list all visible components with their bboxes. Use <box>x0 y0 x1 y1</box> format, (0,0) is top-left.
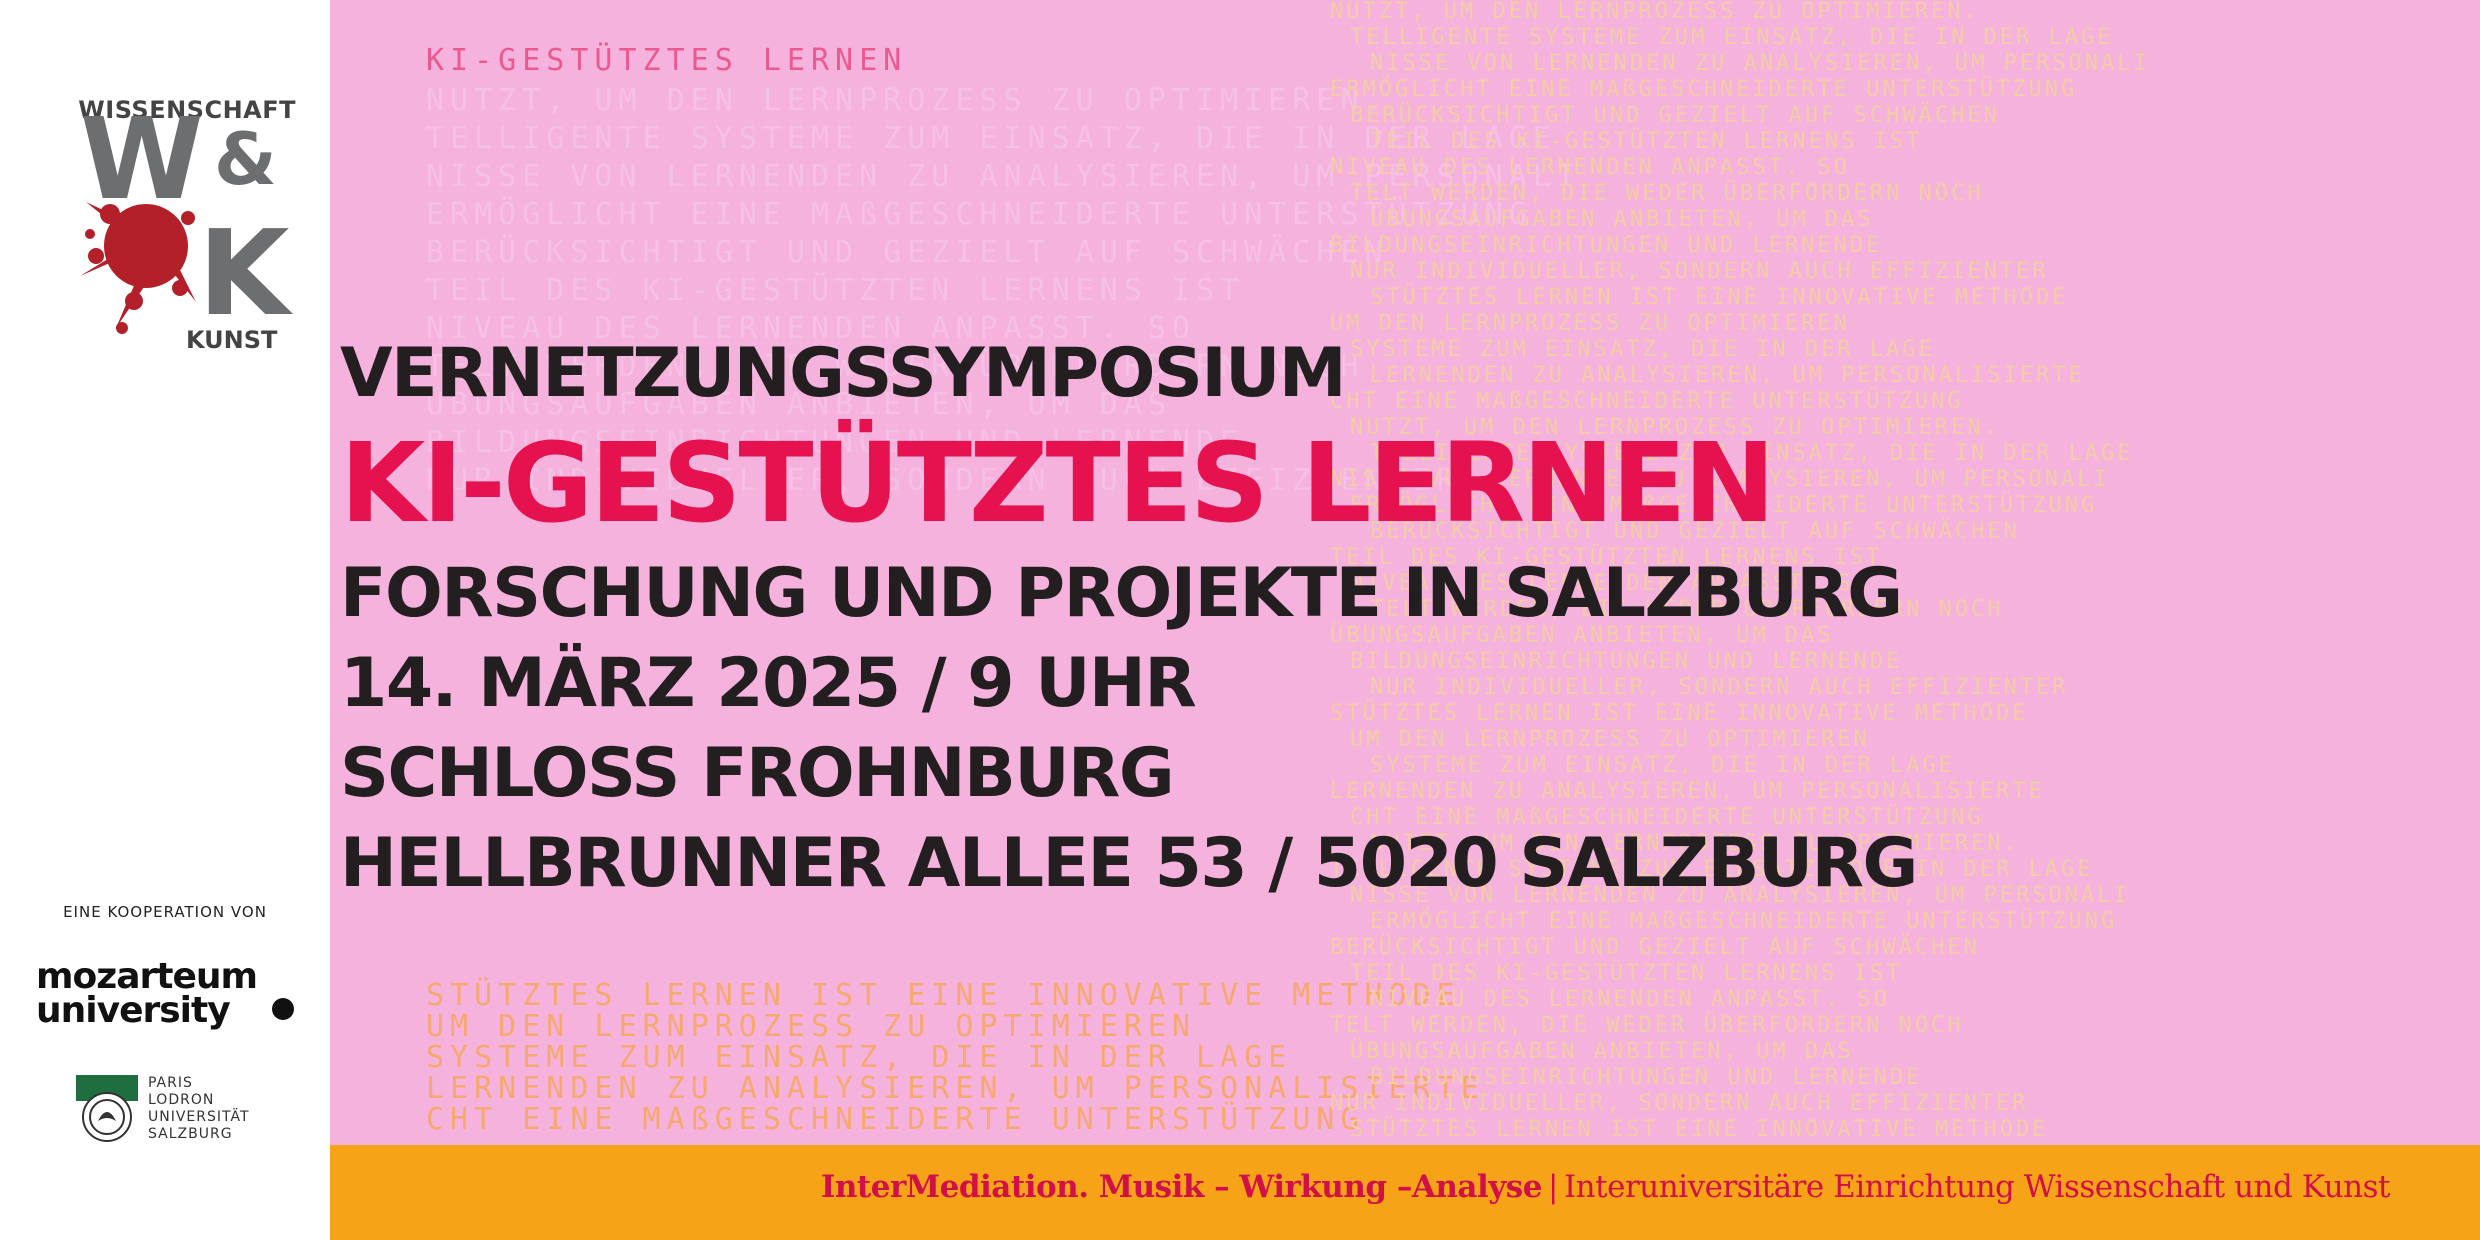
wk-logo-graphic: W & K <box>80 106 294 336</box>
bg-text-line: BERÜCKSICHTIGT UND GEZIELT AUF SCHWÄCHEN <box>426 234 1388 270</box>
event-kicker: VERNETZUNGSSYMPOSIUM <box>340 334 1347 413</box>
bg-text-line: TELT WERDEN, DIE WEDER ÜBERFORDERN NOCH <box>1330 1012 1964 1038</box>
bg-text-line: ERMÖGLICHT EINE MAßGESCHNEIDERTE UNTERST… <box>1370 908 2117 934</box>
bg-text-line: BERÜCKSICHTIGT UND GEZIELT AUF SCHWÄCHEN <box>1350 102 2000 128</box>
logo-wordmark-bottom: KUNST <box>186 326 278 354</box>
bg-text-line: TEIL DES KI-GESTÜTZTEN LERNENS IST <box>1370 128 1922 154</box>
bg-text-line: ÜBUNGSAUFGABEN ANBIETEN, UM DAS <box>1350 1038 1854 1064</box>
event-panel: KI-GESTÜTZTES LERNEN NUTZT, UM DEN LERNP… <box>330 0 2480 1145</box>
plus-line-salzburg: SALZBURG <box>148 1126 233 1142</box>
bg-text-line: ERMÖGLICHT EINE MAßGESCHNEIDERTE UNTERST… <box>1330 76 2077 102</box>
bg-text-line: BERÜCKSICHTIGT UND GEZIELT AUF SCHWÄCHEN <box>1330 934 1980 960</box>
bg-text-line: LERNENDEN ZU ANALYSIEREN, UM PERSONALISI… <box>1330 779 2045 804</box>
event-subtitle: FORSCHUNG UND PROJEKTE IN SALZBURG <box>340 554 1903 633</box>
mozarteum-wordmark-line2: university <box>36 990 231 1031</box>
mozarteum-dot-icon <box>272 998 294 1020</box>
plus-wordmark: PARIS LODRON UNIVERSITÄT SALZBURG <box>148 1075 250 1143</box>
bg-text-line: TEIL DES KI-GESTÜTZTEN LERNENS IST <box>426 272 1244 308</box>
bg-text-line: SYSTEME ZUM EINSATZ, DIE IN DER LAGE <box>426 1040 1292 1075</box>
bg-text-line: UM DEN LERNPROZESS ZU OPTIMIEREN <box>426 1009 1196 1044</box>
footer-institution: Interuniversitäre Einrichtung Wissenscha… <box>1563 1169 2391 1205</box>
svg-text:W: W <box>80 106 201 225</box>
plus-seal-icon <box>76 1075 138 1142</box>
bg-text-line: UM DEN LERNPROZESS ZU OPTIMIEREN <box>1350 727 1870 752</box>
bg-text-line: LERNENDEN ZU ANALYSIEREN, UM PERSONALISI… <box>1370 363 2085 388</box>
bg-text-line: BILDUNGSEINRICHTUNGEN UND LERNENDE <box>1330 233 1882 258</box>
bg-text-line: STÜTZTES LERNEN IST EINE INNOVATIVE METH… <box>1330 700 2029 726</box>
bg-text-line: NUTZT, UM DEN LERNPROZESS ZU OPTIMIEREN. <box>426 83 1388 118</box>
mozarteum-wordmark-line1: mozarteum <box>36 956 258 997</box>
bg-text-line: TELLIGENTE SYSTEME ZUM EINSATZ, DIE IN D… <box>1350 25 2114 50</box>
bg-text-line: CHT EINE MAßGESCHNEIDERTE UNTERSTÜTZUNG <box>426 1101 1364 1137</box>
wk-logo: WISSENSCHAFT W & K KUNST <box>36 96 296 386</box>
bg-text-line: STÜTZTES LERNEN IST EINE INNOVATIVE METH… <box>1370 284 2069 310</box>
bg-text-line: NIVEAU DES LERNENDEN ANPASST. SO <box>1330 155 1850 180</box>
bg-text-line: NUTZT, UM DEN LERNPROZESS ZU OPTIMIEREN. <box>1330 0 1980 24</box>
bg-text-line: STÜTZTES LERNEN IST EINE INNOVATIVE METH… <box>426 977 1461 1013</box>
plus-line-universitaet: UNIVERSITÄT <box>148 1109 250 1125</box>
event-title: KI-GESTÜTZTES LERNEN <box>340 419 1776 547</box>
bg-text-line: NIVEAU DES LERNENDEN ANPASST. SO <box>1370 987 1890 1012</box>
plus-line-lodron: LODRON <box>148 1092 215 1108</box>
bg-text-line: BILDUNGSEINRICHTUNGEN UND LERNENDE <box>1350 649 1902 674</box>
event-address: HELLBRUNNER ALLEE 53 / 5020 SALZBURG <box>340 824 1918 903</box>
svg-text:&: & <box>214 117 277 201</box>
bg-text-line: CHT EINE MAßGESCHNEIDERTE UNTERSTÜTZUNG <box>1330 388 1964 414</box>
svg-text:K: K <box>198 204 294 336</box>
footer-separator: | <box>1547 1169 1558 1205</box>
bg-text-line: SYSTEME ZUM EINSATZ, DIE IN DER LAGE <box>1370 753 1955 778</box>
bg-text-line: NUR INDIVIDUELLER, SONDERN AUCH EFFIZIEN… <box>1370 675 2069 700</box>
footer-project-name: InterMediation. Musik – Wirkung –Analyse <box>820 1169 1543 1205</box>
event-date-time: 14. MÄRZ 2025 / 9 UHR <box>340 644 1197 723</box>
bg-text-line: UM DEN LERNPROZESS ZU OPTIMIEREN <box>1330 311 1850 336</box>
footer-text: InterMediation. Musik – Wirkung –Analyse… <box>820 1169 2391 1205</box>
plus-logo: PARIS LODRON UNIVERSITÄT SALZBURG <box>76 1075 316 1155</box>
event-venue: SCHLOSS FROHNBURG <box>340 734 1175 813</box>
mozarteum-logo: mozarteum university <box>36 956 296 1031</box>
bg-text-line: TELT WERDEN, DIE WEDER ÜBERFORDERN NOCH <box>1350 180 1984 206</box>
bg-text-line: BILDUNGSEINRICHTUNGEN UND LERNENDE <box>1370 1065 1922 1090</box>
cooperation-label: EINE KOOPERATION VON <box>63 903 267 921</box>
bg-text-line: ÜBUNGSAUFGABEN ANBIETEN, UM DAS <box>1370 206 1874 232</box>
footer-bar: InterMediation. Musik – Wirkung –Analyse… <box>330 1145 2480 1240</box>
bg-text-line: STÜTZTES LERNEN IST EINE INNOVATIVE METH… <box>1350 1116 2049 1142</box>
bg-text-line: TEIL DES KI-GESTÜTZTEN LERNENS IST <box>1350 960 1902 986</box>
bg-text-line: SYSTEME ZUM EINSATZ, DIE IN DER LAGE <box>1350 337 1935 362</box>
bg-text-line: LERNENDEN ZU ANALYSIEREN, UM PERSONALISI… <box>426 1071 1485 1106</box>
sidebar: WISSENSCHAFT W & K KUNST EINE KOOPERATIO… <box>0 0 330 1240</box>
bg-text-line: NUR INDIVIDUELLER, SONDERN AUCH EFFIZIEN… <box>1350 259 2049 284</box>
plus-line-paris: PARIS <box>148 1075 193 1091</box>
bg-heading: KI-GESTÜTZTES LERNEN <box>426 42 907 78</box>
bg-text-line: NISSE VON LERNENDEN ZU ANALYSIEREN, UM P… <box>1370 51 2150 76</box>
bg-text-line: NUR INDIVIDUELLER, SONDERN AUCH EFFIZIEN… <box>1330 1091 2029 1116</box>
